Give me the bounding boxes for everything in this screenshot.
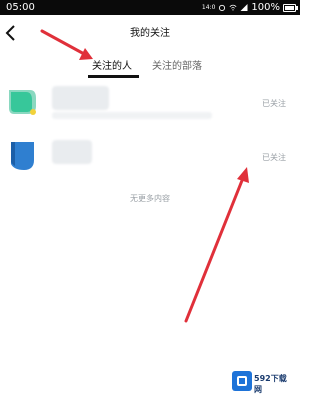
avatar[interactable] (6, 140, 38, 172)
header: 我的关注 (0, 15, 300, 55)
network-indicator: 14:0 (201, 4, 216, 11)
username-blurred (52, 140, 92, 164)
avatar[interactable] (6, 86, 38, 118)
active-tab-indicator (88, 75, 139, 78)
no-more-content-text: 无更多内容 (130, 194, 170, 203)
followed-button[interactable]: 已关注 (262, 152, 286, 163)
username-blurred (52, 86, 109, 110)
watermark-text: 592下载网 (254, 374, 287, 394)
page-title: 我的关注 (130, 28, 170, 39)
list-item[interactable]: 已关注 (0, 136, 300, 178)
followed-button[interactable]: 已关注 (262, 98, 286, 109)
signal-icon (240, 4, 248, 11)
wifi-icon (229, 4, 237, 11)
annotation-arrow (184, 167, 249, 323)
status-bar: 05:00 14:0 100% (0, 0, 300, 15)
tab-followed-people[interactable]: 关注的人 (92, 57, 132, 72)
status-time: 05:00 (6, 2, 35, 13)
alarm-icon (219, 4, 226, 11)
list-item[interactable]: 已关注 (0, 82, 300, 124)
battery-icon (283, 3, 298, 12)
user-subtitle-blurred (52, 112, 212, 119)
status-icons: 14:0 100% (201, 0, 298, 15)
tab-bar: 关注的人 关注的部落 (0, 53, 300, 79)
watermark-logo: 592下载网 (232, 368, 294, 394)
watermark-icon (232, 371, 252, 391)
tab-followed-tribes[interactable]: 关注的部落 (152, 57, 202, 72)
battery-percent: 100% (251, 2, 280, 13)
